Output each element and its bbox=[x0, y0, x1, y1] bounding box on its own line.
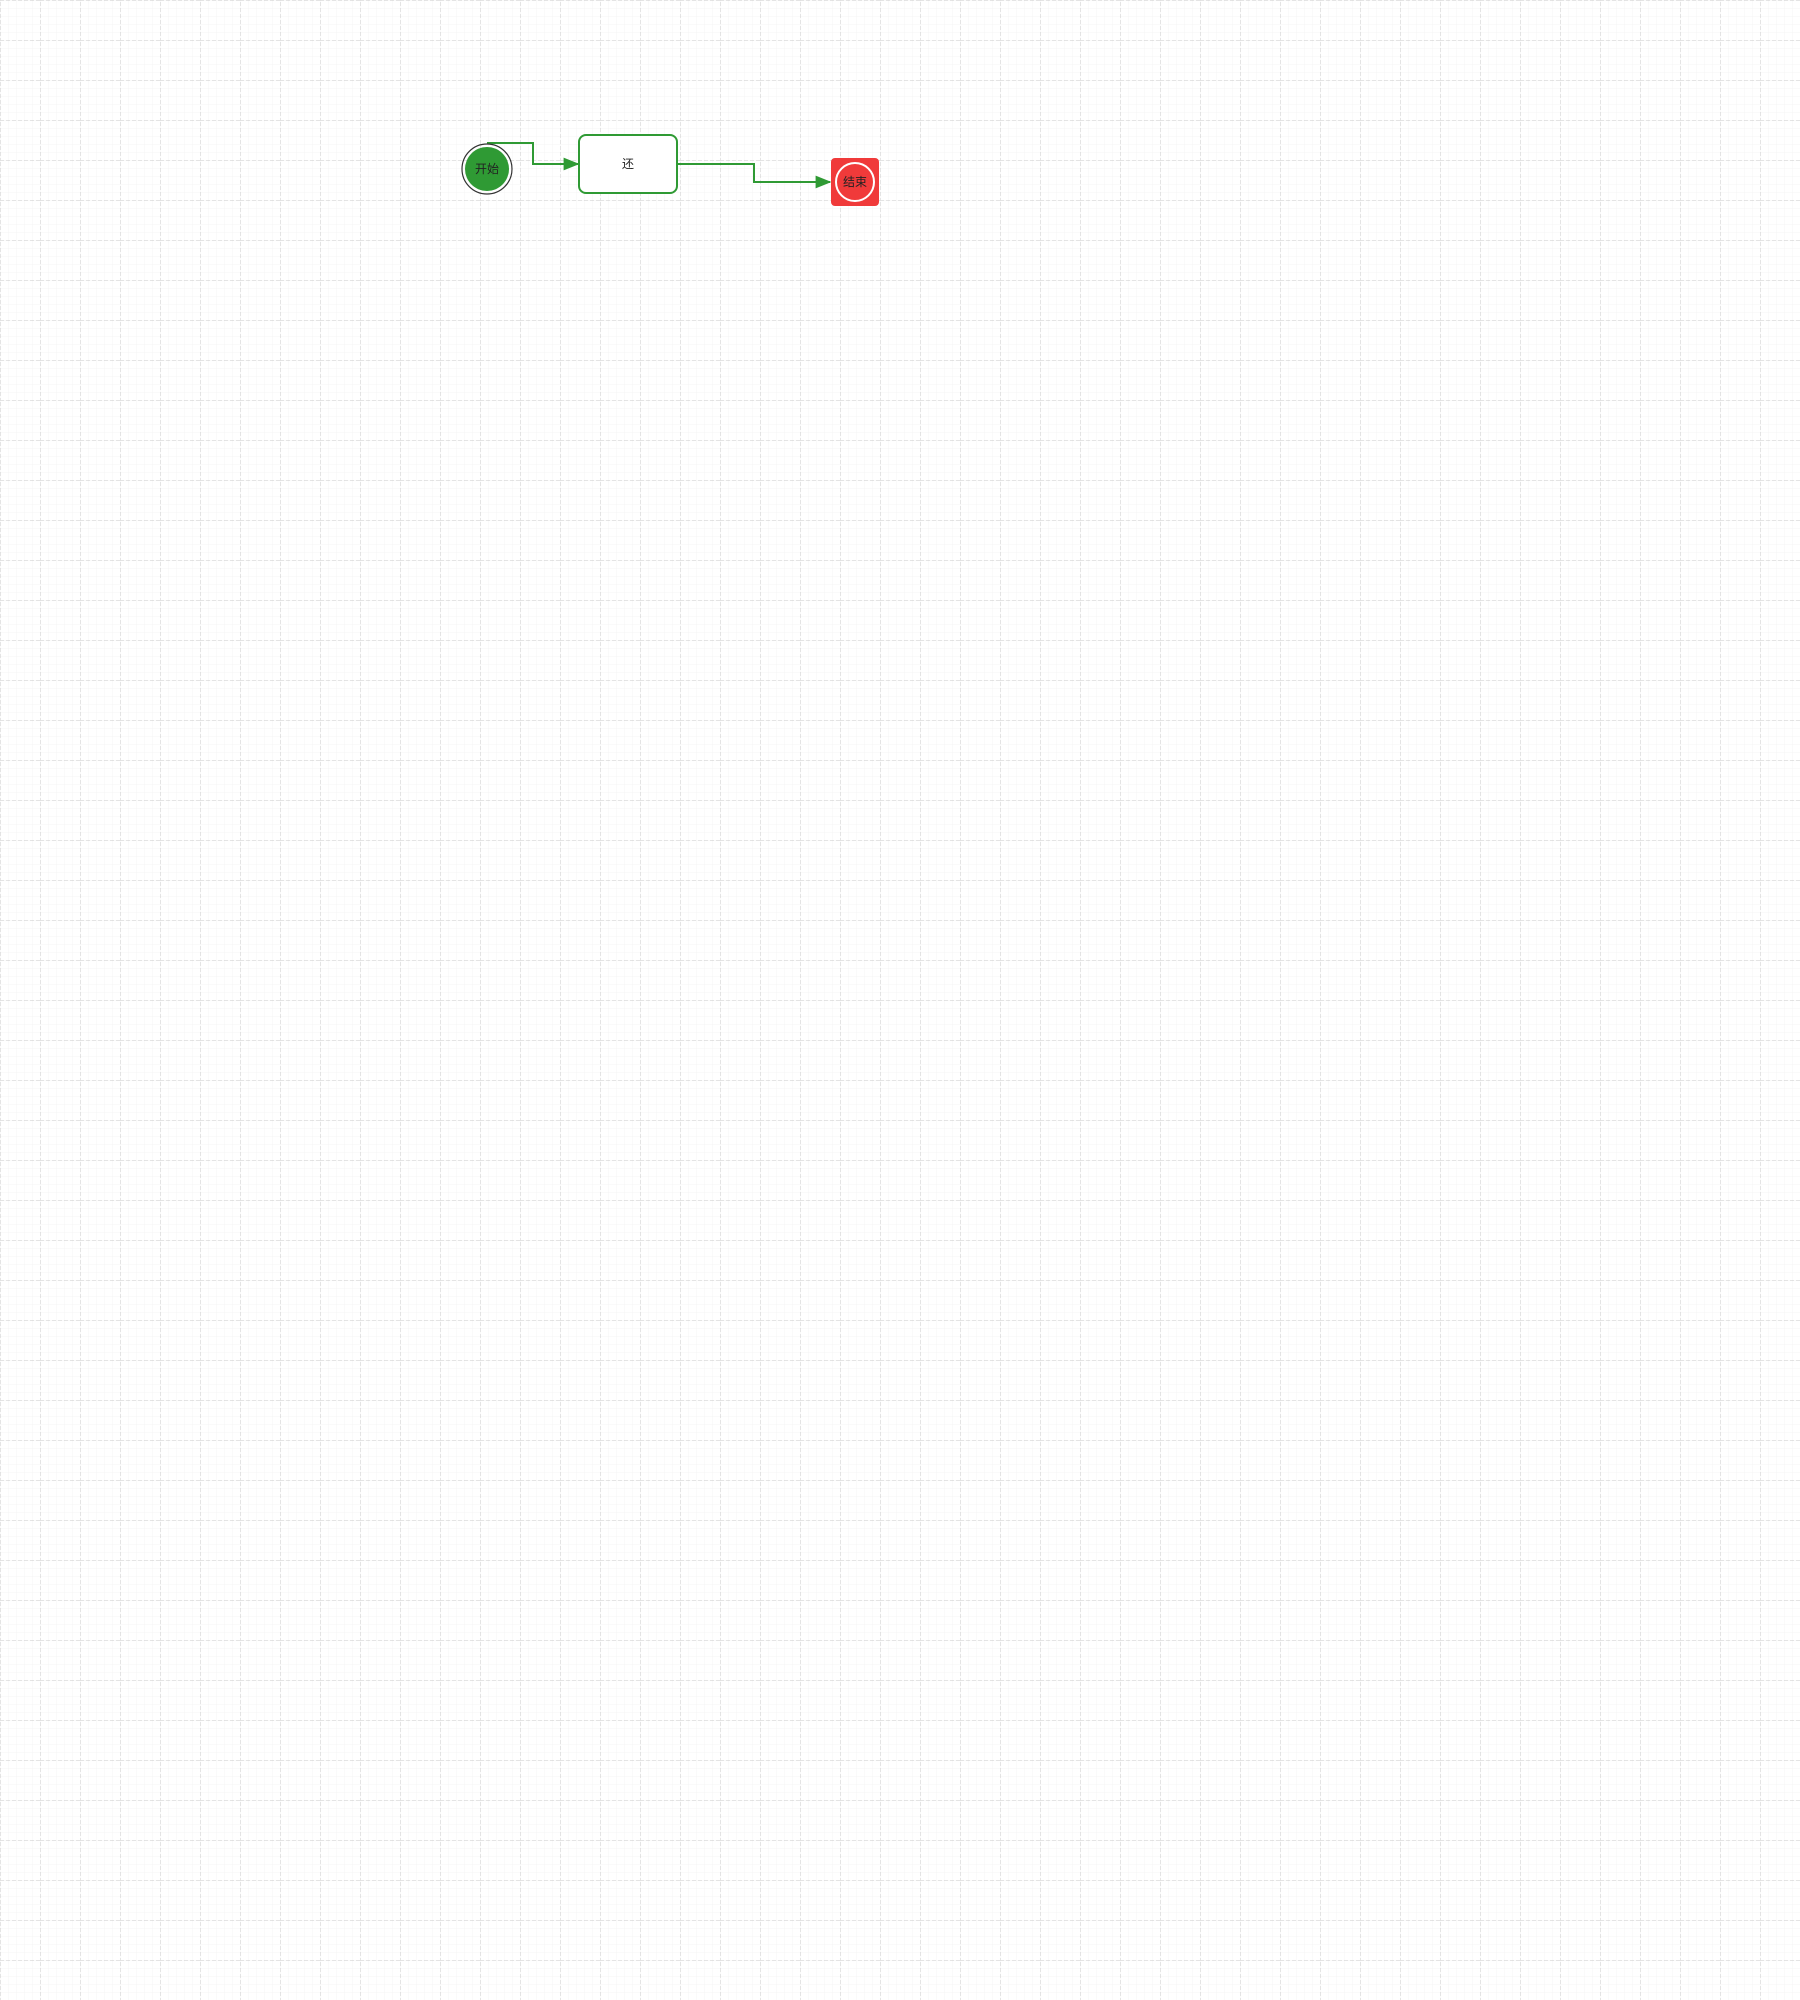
task-node[interactable]: 还 bbox=[578, 134, 678, 194]
start-node-label: 开始 bbox=[475, 162, 499, 176]
end-node[interactable]: 结束 bbox=[831, 158, 879, 206]
end-node-label: 结束 bbox=[843, 175, 867, 189]
task-node-label: 还 bbox=[622, 157, 634, 171]
flow-canvas[interactable]: 开始 还 结束 bbox=[0, 0, 1800, 2000]
grid-background bbox=[0, 0, 1800, 2000]
start-node[interactable]: 开始 bbox=[461, 143, 513, 195]
